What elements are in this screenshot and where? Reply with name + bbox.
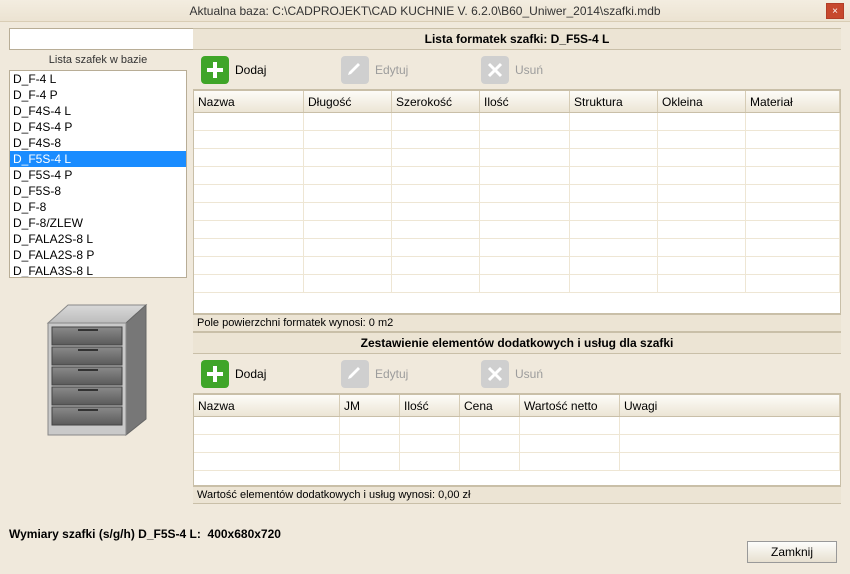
window-titlebar: Aktualna baza: C:\CADPROJEKT\CAD KUCHNIE… bbox=[0, 0, 850, 22]
top-add-label: Dodaj bbox=[235, 63, 266, 77]
top-toolbar: Dodaj Edytuj Usuń bbox=[193, 50, 841, 90]
top-panel-title: Lista formatek szafki: D_F5S-4 L bbox=[193, 28, 841, 50]
plus-icon bbox=[201, 56, 229, 84]
dimensions-label: Wymiary szafki (s/g/h) D_F5S-4 L: bbox=[9, 527, 201, 541]
list-item[interactable]: D_F4S-8 bbox=[10, 135, 186, 151]
list-item[interactable]: D_FALA3S-8 L bbox=[10, 263, 186, 278]
col-material[interactable]: Materiał bbox=[746, 91, 840, 112]
list-item[interactable]: D_F-4 L bbox=[10, 71, 186, 87]
search-input[interactable] bbox=[9, 28, 196, 50]
plus-icon bbox=[201, 360, 229, 388]
col2-jm[interactable]: JM bbox=[340, 395, 400, 416]
top-grid[interactable]: Nazwa Długość Szerokość Ilość Struktura … bbox=[193, 90, 841, 314]
bottom-edit-label: Edytuj bbox=[375, 367, 408, 381]
col2-uwagi[interactable]: Uwagi bbox=[620, 395, 840, 416]
list-title: Lista szafek w bazie bbox=[9, 54, 187, 66]
dimensions-line: Wymiary szafki (s/g/h) D_F5S-4 L: 400x68… bbox=[9, 527, 281, 541]
col-ilosc[interactable]: Ilość bbox=[480, 91, 570, 112]
bottom-delete-button: Usuń bbox=[477, 357, 617, 391]
bottom-toolbar: Dodaj Edytuj Usuń bbox=[193, 354, 841, 394]
list-item[interactable]: D_F-8 bbox=[10, 199, 186, 215]
col-nazwa[interactable]: Nazwa bbox=[194, 91, 304, 112]
col-dlugosc[interactable]: Długość bbox=[304, 91, 392, 112]
bottom-panel-title: Zestawienie elementów dodatkowych i usłu… bbox=[193, 332, 841, 354]
list-item[interactable]: D_F5S-8 bbox=[10, 183, 186, 199]
bottom-add-button[interactable]: Dodaj bbox=[197, 357, 337, 391]
list-item[interactable]: D_F-8/ZLEW bbox=[10, 215, 186, 231]
window-close-button[interactable]: × bbox=[826, 3, 844, 19]
list-item[interactable]: D_F5S-4 L bbox=[10, 151, 186, 167]
list-item[interactable]: D_FALA2S-8 L bbox=[10, 231, 186, 247]
edit-icon bbox=[341, 56, 369, 84]
col2-cena[interactable]: Cena bbox=[460, 395, 520, 416]
list-item[interactable]: D_FALA2S-8 P bbox=[10, 247, 186, 263]
top-edit-label: Edytuj bbox=[375, 63, 408, 77]
top-delete-button: Usuń bbox=[477, 53, 617, 87]
delete-icon bbox=[481, 360, 509, 388]
cabinet-list[interactable]: D_F-4 LD_F-4 PD_F4S-4 LD_F4S-4 PD_F4S-8D… bbox=[9, 70, 187, 278]
list-item[interactable]: D_F4S-4 P bbox=[10, 119, 186, 135]
list-item[interactable]: D_F5S-4 P bbox=[10, 167, 186, 183]
dimensions-value: 400x680x720 bbox=[208, 527, 281, 541]
edit-icon bbox=[341, 360, 369, 388]
col-okleina[interactable]: Okleina bbox=[658, 91, 746, 112]
col2-wartosc[interactable]: Wartość netto bbox=[520, 395, 620, 416]
left-panel: Lista szafek w bazie D_F-4 LD_F-4 PD_F4S… bbox=[9, 28, 187, 523]
top-edit-button: Edytuj bbox=[337, 53, 477, 87]
list-item[interactable]: D_F4S-4 L bbox=[10, 103, 186, 119]
delete-icon bbox=[481, 56, 509, 84]
bottom-edit-button: Edytuj bbox=[337, 357, 477, 391]
bottom-grid[interactable]: Nazwa JM Ilość Cena Wartość netto Uwagi bbox=[193, 394, 841, 486]
window-title: Aktualna baza: C:\CADPROJEKT\CAD KUCHNIE… bbox=[189, 4, 660, 18]
top-delete-label: Usuń bbox=[515, 63, 543, 77]
top-status: Pole powierzchni formatek wynosi: 0 m2 bbox=[193, 314, 841, 332]
bottom-delete-label: Usuń bbox=[515, 367, 543, 381]
bottom-status: Wartość elementów dodatkowych i usług wy… bbox=[193, 486, 841, 504]
col2-nazwa[interactable]: Nazwa bbox=[194, 395, 340, 416]
close-button[interactable]: Zamknij bbox=[747, 541, 837, 563]
col-struktura[interactable]: Struktura bbox=[570, 91, 658, 112]
col-szerokosc[interactable]: Szerokość bbox=[392, 91, 480, 112]
col2-ilosc[interactable]: Ilość bbox=[400, 395, 460, 416]
list-item[interactable]: D_F-4 P bbox=[10, 87, 186, 103]
bottom-add-label: Dodaj bbox=[235, 367, 266, 381]
cabinet-preview bbox=[9, 290, 187, 450]
top-add-button[interactable]: Dodaj bbox=[197, 53, 337, 87]
